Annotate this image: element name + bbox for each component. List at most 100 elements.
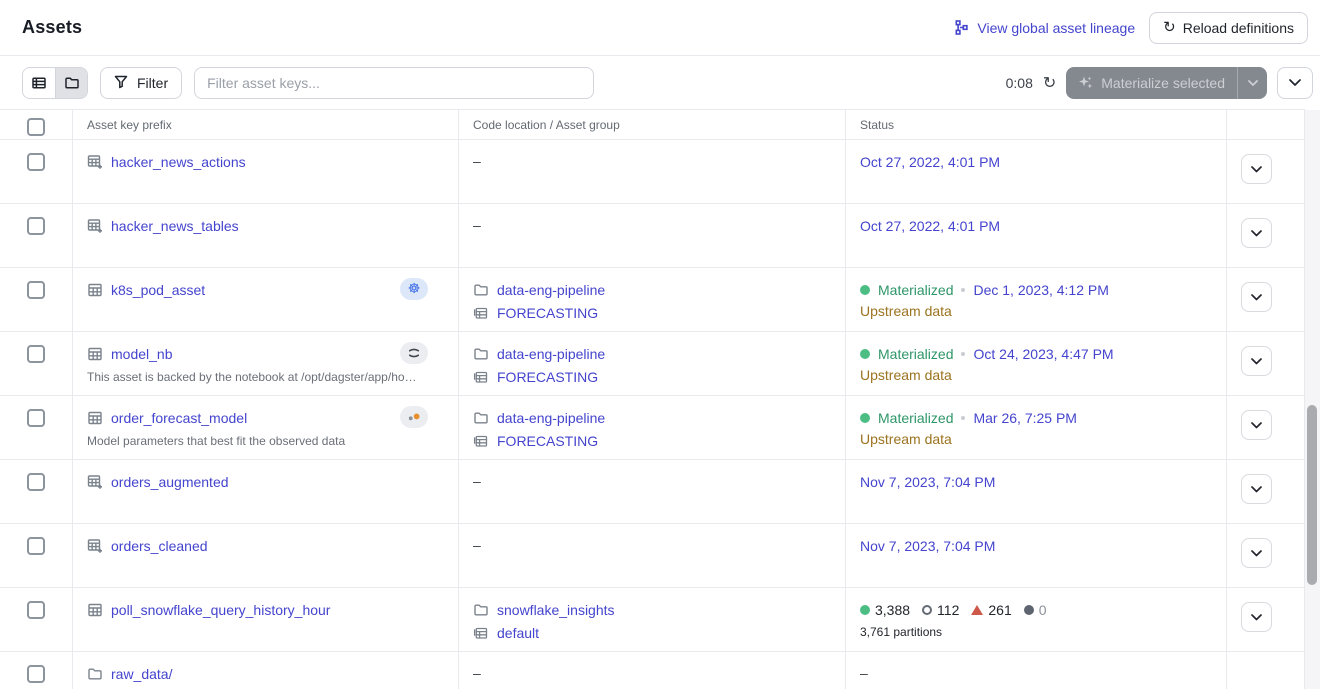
scrollbar-thumb[interactable] — [1307, 405, 1317, 585]
row-checkbox[interactable] — [27, 473, 45, 491]
assets-table: Asset key prefix Code location / Asset g… — [0, 109, 1305, 689]
dot-dark-icon — [1024, 605, 1034, 615]
latest-run-link[interactable]: Mar 26, 7:25 PM — [973, 410, 1077, 426]
latest-run-link[interactable]: Oct 27, 2022, 4:01 PM — [860, 218, 1000, 234]
folder-icon — [473, 410, 489, 426]
row-expand-button[interactable] — [1241, 602, 1272, 632]
separator-dot — [961, 416, 965, 420]
refresh-icon[interactable]: ↻ — [1043, 75, 1056, 91]
table-icon — [87, 282, 103, 298]
folder-view-button[interactable] — [55, 68, 87, 98]
code-location-link[interactable]: data-eng-pipeline — [497, 282, 605, 298]
jupyter-icon — [406, 345, 422, 361]
latest-run-link[interactable]: Nov 7, 2023, 7:04 PM — [860, 538, 995, 554]
latest-run-link[interactable]: Nov 7, 2023, 7:04 PM — [860, 474, 995, 490]
asset-key-link[interactable]: raw_data/ — [111, 666, 172, 682]
row-checkbox[interactable] — [27, 281, 45, 299]
code-location-link[interactable]: data-eng-pipeline — [497, 346, 605, 362]
more-actions-button[interactable] — [1277, 67, 1313, 99]
latest-run-link[interactable]: Dec 1, 2023, 4:12 PM — [973, 282, 1108, 298]
table-row: k8s_pod_asset ☸ data-eng-pipeline FORECAS… — [0, 268, 1304, 332]
chevron-down-icon — [1251, 230, 1262, 237]
materialize-selected-button[interactable]: Materialize selected — [1066, 67, 1237, 99]
table-row: hacker_news_actions – Oct 27, 2022, 4:01… — [0, 140, 1304, 204]
table-row: orders_augmented – Nov 7, 2023, 7:04 PM — [0, 460, 1304, 524]
table-body: hacker_news_actions – Oct 27, 2022, 4:01… — [0, 140, 1304, 689]
dot-green-icon — [860, 605, 870, 615]
partition-count: 261 — [971, 602, 1011, 618]
asset-description: This asset is backed by the notebook at … — [87, 370, 449, 384]
row-checkbox[interactable] — [27, 345, 45, 363]
asset-group-icon — [473, 369, 489, 385]
asset-group-link[interactable]: default — [497, 625, 539, 641]
asset-key-link[interactable]: hacker_news_actions — [111, 154, 246, 170]
chevron-down-icon — [1251, 294, 1262, 301]
reload-definitions-button[interactable]: ↻ Reload definitions — [1149, 12, 1308, 44]
row-expand-button[interactable] — [1241, 538, 1272, 568]
chevron-down-icon — [1251, 550, 1262, 557]
asset-group-link[interactable]: FORECASTING — [497, 305, 598, 321]
row-expand-button[interactable] — [1241, 410, 1272, 440]
column-header-asset-key: Asset key prefix — [72, 110, 458, 139]
compute-kind-badge: ☸ — [400, 278, 428, 300]
asset-group-icon — [473, 625, 489, 641]
asset-key-link[interactable]: poll_snowflake_query_history_hour — [111, 602, 330, 618]
row-checkbox[interactable] — [27, 601, 45, 619]
asset-group-link[interactable]: FORECASTING — [497, 433, 598, 449]
asset-key-link[interactable]: orders_augmented — [111, 474, 229, 490]
materialized-label: Materialized — [878, 346, 953, 362]
kubernetes-icon: ☸ — [408, 281, 421, 297]
view-mode-toggle — [22, 67, 88, 99]
asset-description: Model parameters that best fit the obser… — [87, 434, 449, 448]
asset-group-link[interactable]: FORECASTING — [497, 369, 598, 385]
empty-value: – — [860, 665, 1226, 681]
materialize-split-button: Materialize selected — [1066, 67, 1267, 99]
list-view-button[interactable] — [23, 68, 55, 98]
materialize-options-caret[interactable] — [1237, 67, 1267, 99]
chevron-down-icon — [1251, 358, 1262, 365]
dot-green-icon — [860, 413, 870, 423]
triangle-up-red-icon — [971, 605, 983, 615]
partition-count: 112 — [922, 602, 959, 618]
chevron-down-icon — [1251, 486, 1262, 493]
code-location-link[interactable]: data-eng-pipeline — [497, 410, 605, 426]
asset-key-link[interactable]: k8s_pod_asset — [111, 282, 205, 298]
table-icon — [87, 602, 103, 618]
latest-run-link[interactable]: Oct 27, 2022, 4:01 PM — [860, 154, 1000, 170]
toolbar-right: 0:08 ↻ Materialize selected — [1006, 67, 1313, 99]
folder-icon — [87, 666, 103, 682]
view-global-asset-lineage-link[interactable]: View global asset lineage — [954, 20, 1135, 36]
select-all-checkbox[interactable] — [27, 118, 45, 136]
table-plus-icon — [87, 474, 103, 490]
asset-key-link[interactable]: orders_cleaned — [111, 538, 208, 554]
row-checkbox[interactable] — [27, 537, 45, 555]
row-checkbox[interactable] — [27, 409, 45, 427]
row-expand-button[interactable] — [1241, 154, 1272, 184]
dot-green-icon — [860, 285, 870, 295]
row-expand-button[interactable] — [1241, 218, 1272, 248]
partitions-total: 3,761 partitions — [860, 625, 1226, 639]
asset-key-link[interactable]: order_forecast_model — [111, 410, 247, 426]
table-plus-icon — [87, 218, 103, 234]
partition-count: 0 — [1024, 602, 1047, 618]
row-checkbox[interactable] — [27, 217, 45, 235]
row-expand-button[interactable] — [1241, 282, 1272, 312]
row-checkbox[interactable] — [27, 665, 45, 683]
asset-key-link[interactable]: hacker_news_tables — [111, 218, 239, 234]
filter-button[interactable]: Filter — [100, 67, 182, 99]
folder-view-icon — [64, 75, 80, 91]
table-row: model_nb This asset is backed by the not… — [0, 332, 1304, 396]
filter-asset-keys-input[interactable] — [194, 67, 594, 99]
latest-run-link[interactable]: Oct 24, 2023, 4:47 PM — [973, 346, 1113, 362]
scrollbar-track[interactable] — [1305, 110, 1320, 689]
table-row: order_forecast_model Model parameters th… — [0, 396, 1304, 460]
empty-value: – — [473, 537, 845, 553]
row-expand-button[interactable] — [1241, 474, 1272, 504]
row-checkbox[interactable] — [27, 153, 45, 171]
folder-icon — [473, 602, 489, 618]
code-location-link[interactable]: snowflake_insights — [497, 602, 615, 618]
row-expand-button[interactable] — [1241, 346, 1272, 376]
partition-count: 3,388 — [860, 602, 910, 618]
chevron-down-icon — [1251, 422, 1262, 429]
asset-key-link[interactable]: model_nb — [111, 346, 173, 362]
